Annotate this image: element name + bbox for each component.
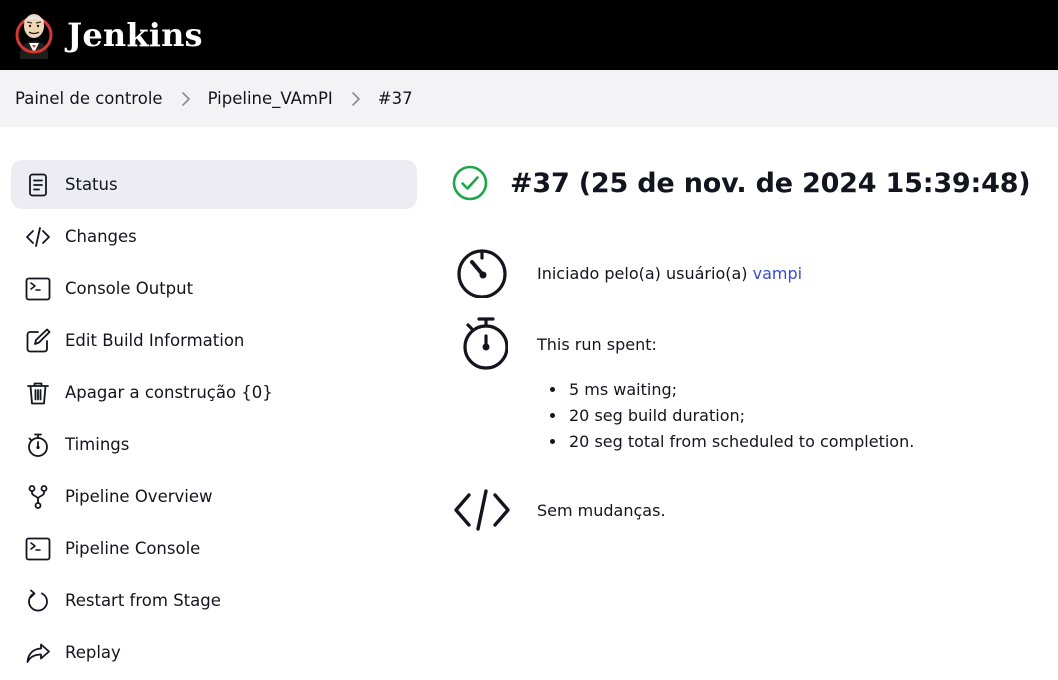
sidebar-item-delete-build[interactable]: Apagar a construção {0} [11, 368, 417, 417]
replay-icon [25, 640, 51, 666]
run-spent-list: 5 ms waiting; 20 seg build duration; 20 … [567, 377, 914, 455]
jenkins-logo-icon [15, 14, 53, 59]
timer-icon [452, 244, 512, 300]
breadcrumb-build[interactable]: #37 [378, 89, 413, 108]
sidebar-item-label: Console Output [65, 279, 194, 298]
sidebar-item-edit-build-information[interactable]: Edit Build Information [11, 316, 417, 365]
changes-row: Sem mudanças. [452, 482, 666, 538]
sidebar-item-label: Replay [65, 643, 121, 662]
sidebar-item-changes[interactable]: Changes [11, 212, 417, 261]
started-by-row: Iniciado pelo(a) usuário(a) vampi [452, 244, 802, 300]
run-spent-row: This run spent: [452, 315, 657, 371]
sidebar-item-label: Apagar a construção {0} [65, 383, 273, 402]
top-header: Jenkins [0, 0, 1058, 70]
sidebar-item-label: Restart from Stage [65, 591, 221, 610]
success-check-icon [452, 165, 488, 201]
sidebar-item-timings[interactable]: Timings [11, 420, 417, 469]
list-item: 20 seg build duration; [567, 403, 914, 429]
sidebar: Status Changes Console Output Edit Build… [11, 160, 417, 680]
list-item: 5 ms waiting; [567, 377, 914, 403]
restart-icon [25, 588, 51, 614]
stopwatch-icon [452, 315, 512, 371]
changes-text: Sem mudanças. [537, 501, 666, 520]
started-by-prefix: Iniciado pelo(a) usuário(a) [537, 264, 748, 283]
sidebar-item-label: Timings [65, 435, 130, 454]
sidebar-item-pipeline-console[interactable]: Pipeline Console [11, 524, 417, 573]
build-status-main: #37 (25 de nov. de 2024 15:39:48) Inicia… [452, 160, 1042, 531]
code-icon [25, 224, 51, 250]
list-item: 20 seg total from scheduled to completio… [567, 429, 914, 455]
sidebar-item-label: Changes [65, 227, 137, 246]
trash-icon [25, 380, 51, 406]
branch-icon [25, 484, 51, 510]
sidebar-item-label: Edit Build Information [65, 331, 245, 350]
sidebar-item-label: Pipeline Console [65, 539, 201, 558]
sidebar-item-restart-from-stage[interactable]: Restart from Stage [11, 576, 417, 625]
edit-icon [25, 328, 51, 354]
home-link[interactable]: Jenkins [14, 9, 203, 61]
stopwatch-icon [25, 432, 51, 458]
started-by-text: Iniciado pelo(a) usuário(a) vampi [537, 264, 802, 283]
sidebar-item-status[interactable]: Status [11, 160, 417, 209]
chevron-right-icon [351, 91, 360, 106]
breadcrumb: Painel de controle Pipeline_VAmPI #37 [0, 70, 1058, 127]
breadcrumb-dashboard[interactable]: Painel de controle [15, 89, 163, 108]
chevron-right-icon [181, 91, 190, 106]
page-title: #37 (25 de nov. de 2024 15:39:48) [510, 167, 1031, 199]
user-link[interactable]: vampi [753, 264, 802, 283]
code-icon [452, 482, 512, 538]
title-row: #37 (25 de nov. de 2024 15:39:48) [452, 160, 1042, 206]
sidebar-item-replay[interactable]: Replay [11, 628, 417, 677]
document-icon [25, 172, 51, 198]
terminal-icon [25, 536, 51, 562]
terminal-icon [25, 276, 51, 302]
breadcrumb-pipeline[interactable]: Pipeline_VAmPI [208, 89, 333, 108]
sidebar-item-label: Pipeline Overview [65, 487, 213, 506]
sidebar-item-pipeline-overview[interactable]: Pipeline Overview [11, 472, 417, 521]
run-spent-label: This run spent: [537, 335, 657, 354]
brand-name: Jenkins [67, 16, 203, 54]
sidebar-item-label: Status [65, 175, 118, 194]
sidebar-item-console-output[interactable]: Console Output [11, 264, 417, 313]
